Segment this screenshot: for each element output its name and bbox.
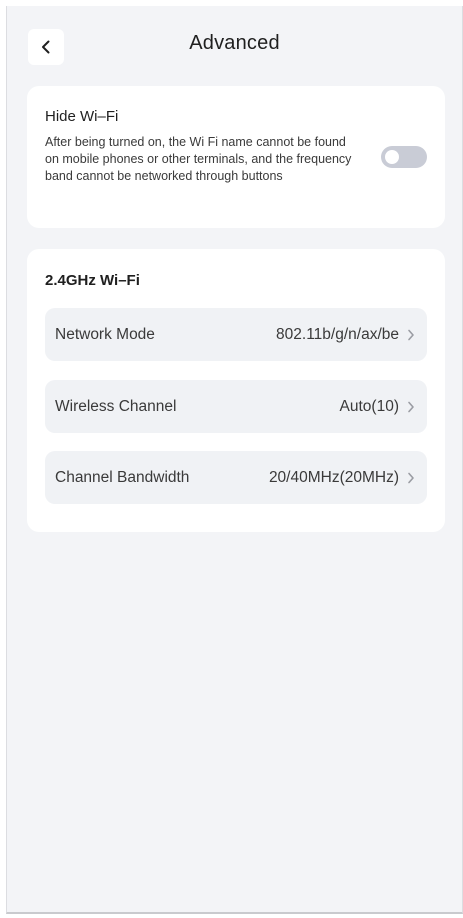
row-value: 802.11b/g/n/ax/be: [276, 326, 399, 343]
hide-wifi-description: After being turned on, the Wi Fi name ca…: [45, 135, 352, 183]
hide-wifi-toggle[interactable]: [381, 146, 427, 168]
app-screen: Advanced Hide Wi–Fi After being turned o…: [6, 6, 463, 914]
toggle-knob: [385, 150, 399, 164]
hide-wifi-title: Hide Wi–Fi: [45, 108, 119, 125]
page-title: Advanced: [189, 32, 280, 54]
row-value: 20/40MHz(20MHz): [268, 469, 399, 486]
chevron-right-icon: [408, 472, 414, 484]
chevron-right-icon: [408, 401, 414, 413]
chevron-right-icon: [408, 329, 414, 341]
section-title: 2.4GHz Wi–Fi: [45, 272, 140, 289]
wifi-24ghz-card: 2.4GHz Wi–Fi Network Mode 802.11b/g/n/ax…: [27, 249, 445, 532]
wireless-channel-row[interactable]: Wireless Channel Auto(10): [45, 380, 427, 433]
row-label: Wireless Channel: [55, 398, 177, 415]
hide-wifi-card: Hide Wi–Fi After being turned on, the Wi…: [27, 86, 445, 228]
channel-bandwidth-row[interactable]: Channel Bandwidth 20/40MHz(20MHz): [45, 451, 427, 504]
network-mode-row[interactable]: Network Mode 802.11b/g/n/ax/be: [45, 308, 427, 361]
row-value: Auto(10): [339, 398, 399, 415]
row-label: Network Mode: [55, 326, 155, 343]
header: Advanced: [7, 6, 462, 88]
row-label: Channel Bandwidth: [55, 469, 190, 486]
